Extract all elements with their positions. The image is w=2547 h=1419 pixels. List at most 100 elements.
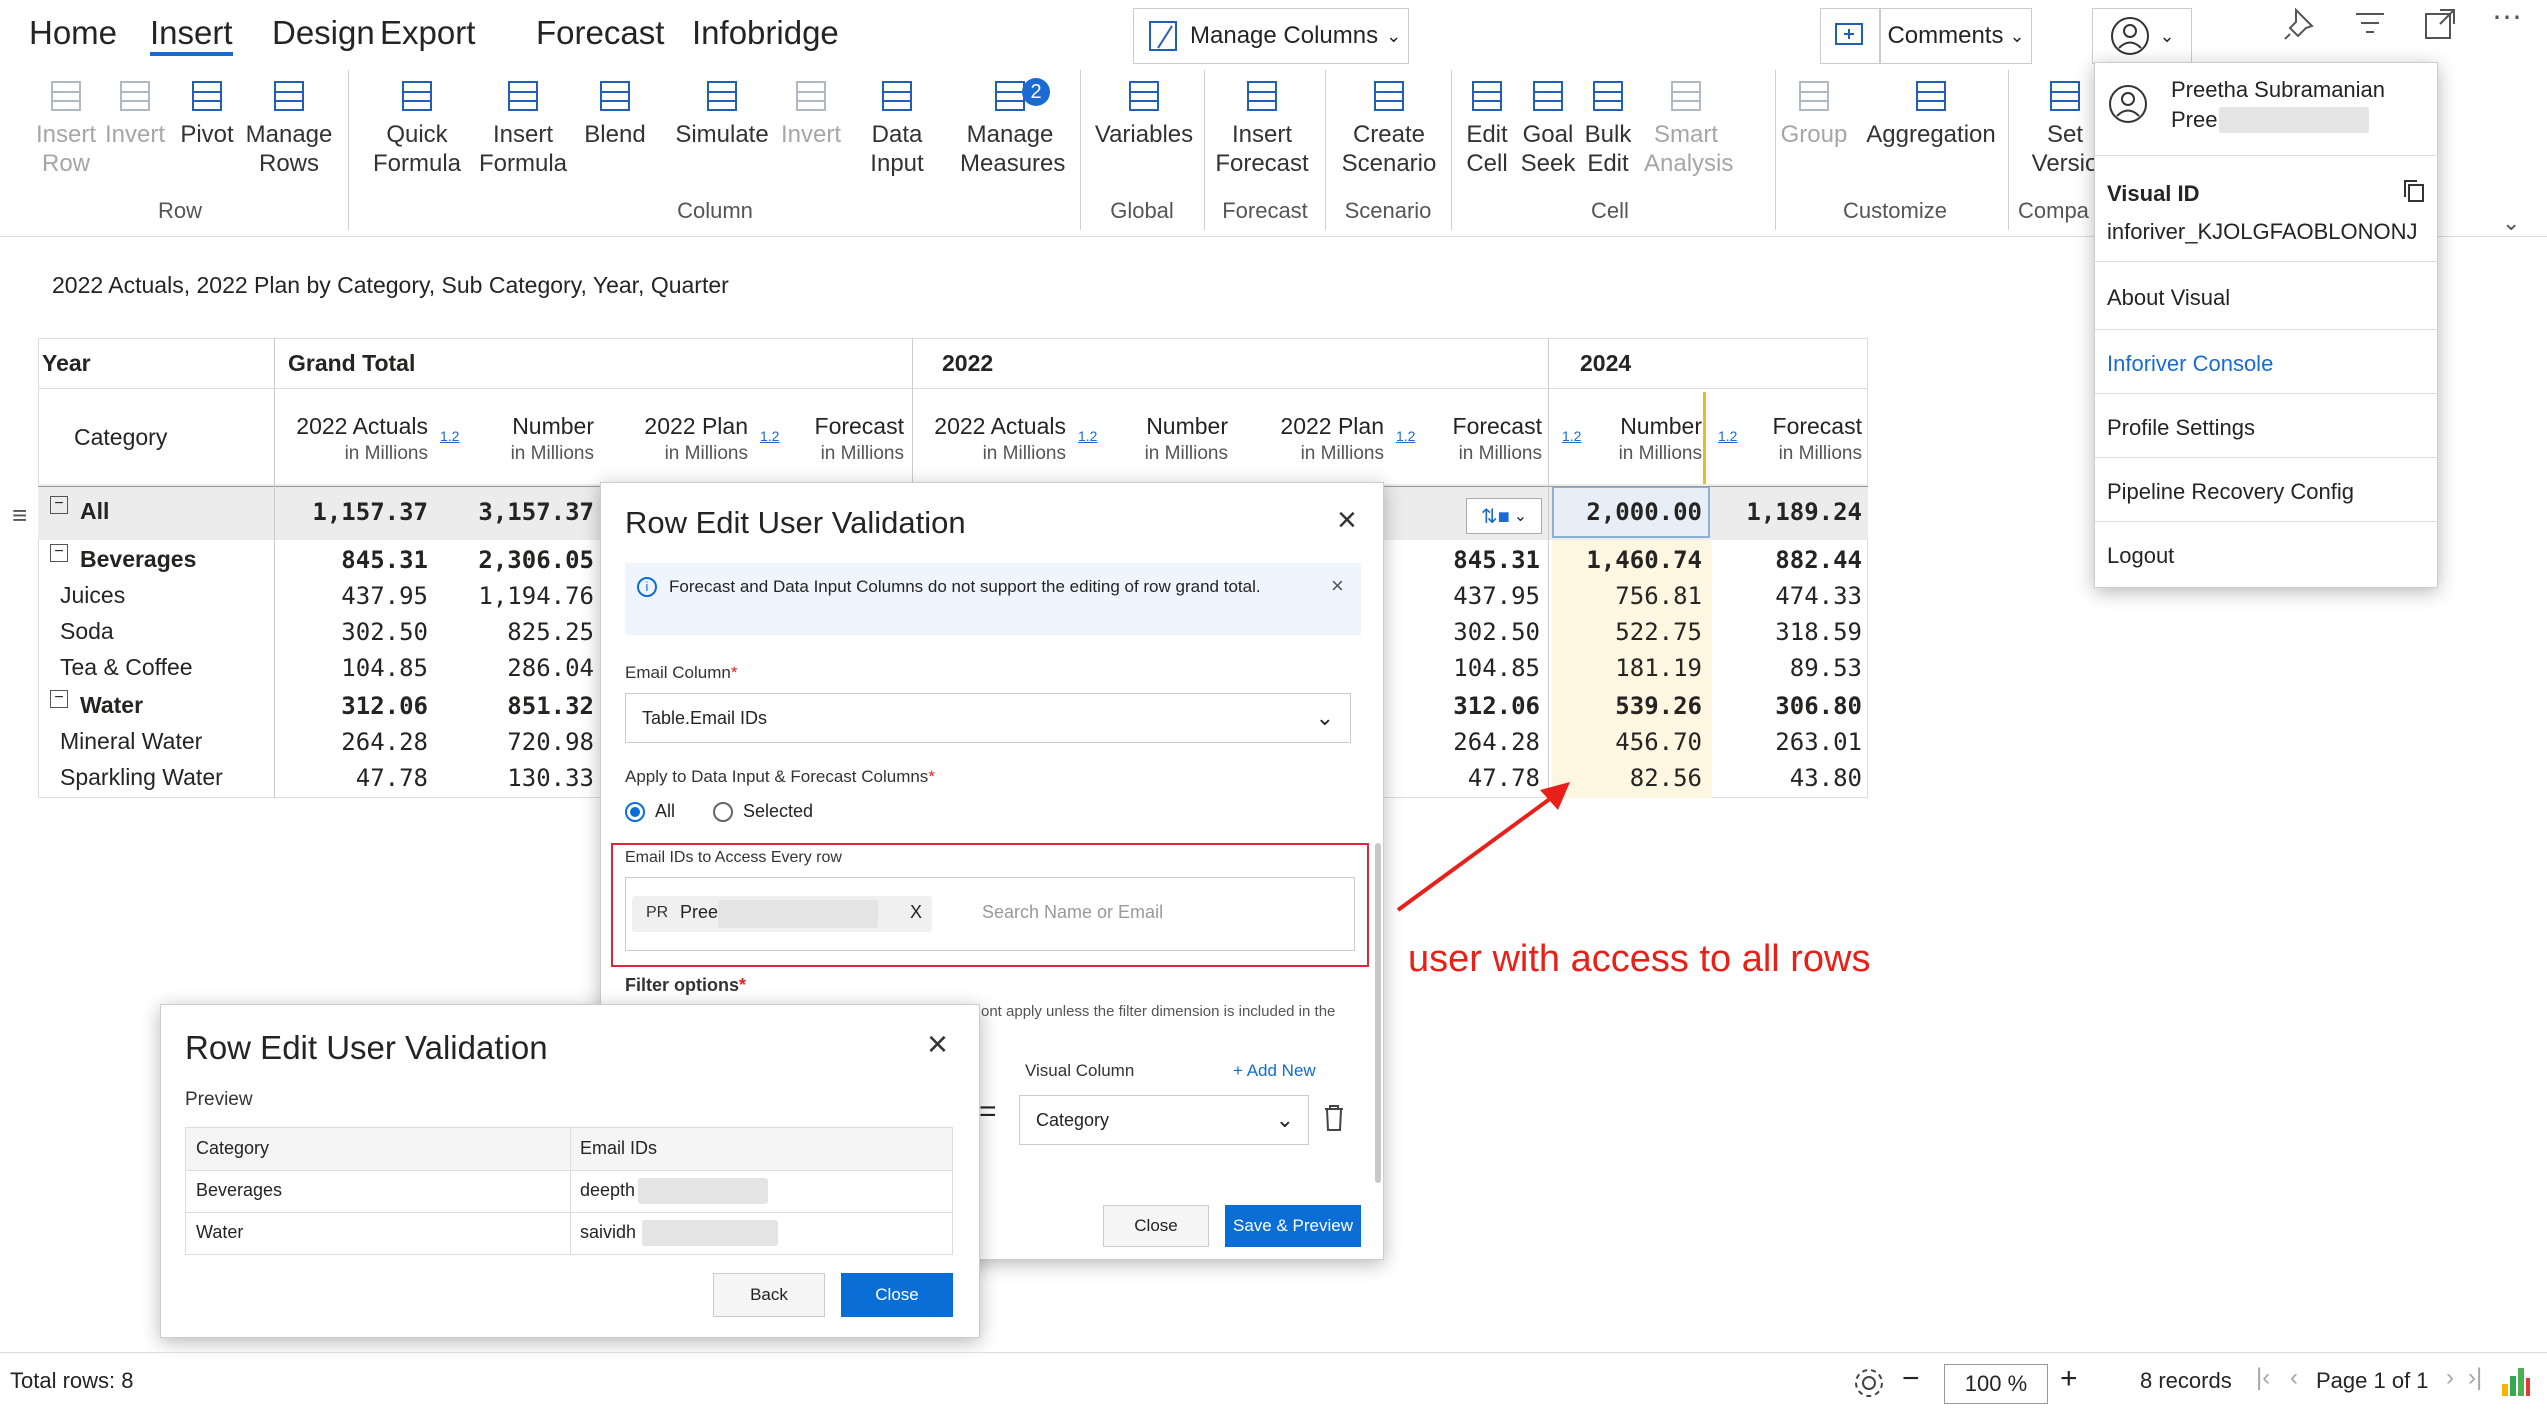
zoom-input[interactable]: 100 % bbox=[1944, 1364, 2048, 1404]
close-icon[interactable]: × bbox=[1337, 501, 1357, 540]
table-cell[interactable]: 756.81 bbox=[1615, 582, 1702, 610]
sep bbox=[1080, 70, 1081, 230]
ribbon-button-manage-rows[interactable]: Manage Rows bbox=[244, 76, 334, 178]
menu-logout[interactable]: Logout bbox=[2107, 543, 2174, 569]
email-column-select[interactable]: Table.Email IDs ⌄ bbox=[625, 693, 1351, 743]
ribbon-button-invert[interactable]: Invert bbox=[776, 76, 846, 149]
zoom-out-icon[interactable]: − bbox=[1902, 1362, 1920, 1396]
zoom-in-icon[interactable]: + bbox=[2060, 1362, 2078, 1396]
last-page-icon[interactable]: ›| bbox=[2468, 1364, 2482, 1392]
ribbon-button-create-scenario[interactable]: Create Scenario bbox=[1334, 76, 1444, 178]
ribbon-label: Invert bbox=[780, 121, 842, 148]
menu-pipeline-recovery[interactable]: Pipeline Recovery Config bbox=[2107, 479, 2354, 505]
ribbon-button-group[interactable]: Group bbox=[1776, 76, 1852, 149]
collapse-icon[interactable]: − bbox=[50, 544, 68, 562]
table-cell: 47.78 bbox=[355, 764, 428, 792]
add-new-link[interactable]: + Add New bbox=[1233, 1061, 1316, 1081]
ribbon-collapse-icon[interactable]: ⌄ bbox=[2502, 210, 2520, 236]
table-cell[interactable]: 181.19 bbox=[1615, 654, 1702, 682]
number-format-tag[interactable]: 1.2 bbox=[1562, 428, 1581, 444]
collapse-icon[interactable]: − bbox=[50, 496, 68, 514]
comments-button[interactable]: Comments ⌄ bbox=[1880, 8, 2032, 64]
ribbon-icon bbox=[600, 81, 630, 111]
input-cell-control[interactable]: ⇅■ ⌄ bbox=[1466, 498, 1542, 534]
ribbon-button-smart-analysis[interactable]: Smart Analysis bbox=[1644, 76, 1734, 178]
menu-tab-export[interactable]: Export bbox=[380, 14, 475, 52]
menu-tab-design[interactable]: Design bbox=[272, 14, 375, 52]
group-label-global: Global bbox=[1110, 198, 1174, 223]
column-title: Forecast bbox=[1452, 413, 1542, 439]
back-button[interactable]: Back bbox=[713, 1273, 825, 1317]
ribbon-button-invert[interactable]: Invert bbox=[100, 76, 170, 149]
close-icon[interactable]: × bbox=[927, 1023, 948, 1065]
table-cell[interactable]: 539.26 bbox=[1615, 692, 1702, 720]
close-button[interactable]: Close bbox=[1103, 1205, 1209, 1247]
menu-tab-infobridge[interactable]: Infobridge bbox=[692, 14, 839, 52]
prev-page-icon[interactable]: ‹ bbox=[2290, 1364, 2298, 1392]
menu-tab-forecast[interactable]: Forecast bbox=[536, 14, 664, 52]
row-label: All bbox=[80, 498, 110, 524]
remove-chip-icon[interactable]: X bbox=[910, 902, 922, 923]
ribbon-icon bbox=[508, 81, 538, 111]
settings-gear-icon[interactable] bbox=[1852, 1366, 1886, 1400]
ribbon-label: Data bbox=[871, 121, 923, 148]
focus-mode-icon[interactable] bbox=[2422, 6, 2458, 42]
collapse-icon[interactable]: − bbox=[50, 690, 68, 708]
radio-selected[interactable]: Selected bbox=[713, 801, 813, 822]
first-page-icon[interactable]: |‹ bbox=[2256, 1364, 2270, 1392]
table-cell[interactable]: 82.56 bbox=[1630, 764, 1702, 792]
email-access-input[interactable]: PR Pree X Search Name or Email bbox=[625, 877, 1355, 951]
radio-all[interactable]: All bbox=[625, 801, 675, 822]
sep bbox=[1325, 70, 1326, 230]
ribbon-label: Simulate bbox=[675, 121, 769, 148]
delete-icon[interactable] bbox=[1321, 1103, 1347, 1133]
ribbon-button-insert-formula[interactable]: Insert Formula bbox=[470, 76, 576, 178]
menu-tab-insert[interactable]: Insert bbox=[150, 14, 233, 56]
ribbon-button-set-versio[interactable]: Set Versio bbox=[2030, 76, 2100, 178]
table-cell: 437.95 bbox=[341, 582, 428, 610]
copy-icon[interactable] bbox=[2401, 177, 2427, 205]
ribbon-button-insert-forecast[interactable]: Insert Forecast bbox=[1212, 76, 1312, 178]
next-page-icon[interactable]: › bbox=[2446, 1364, 2454, 1392]
menu-profile-settings[interactable]: Profile Settings bbox=[2107, 415, 2255, 441]
menu-about-visual[interactable]: About Visual bbox=[2107, 285, 2230, 311]
table-cell[interactable]: 522.75 bbox=[1615, 618, 1702, 646]
column-unit: in Millions bbox=[1778, 443, 1862, 464]
ribbon-button-insert-row[interactable]: Insert Row bbox=[22, 76, 110, 178]
menu-tab-home[interactable]: Home bbox=[29, 14, 117, 52]
table-cell[interactable]: 2,000.00 bbox=[1586, 498, 1702, 526]
close-button[interactable]: Close bbox=[841, 1273, 953, 1317]
ribbon-label-2: Seek bbox=[1520, 150, 1576, 177]
ribbon-button-data-input[interactable]: Data Input bbox=[858, 76, 936, 178]
ribbon-button-bulk-edit[interactable]: Bulk Edit bbox=[1578, 76, 1638, 178]
more-options-icon[interactable]: ⋯ bbox=[2492, 0, 2522, 35]
ribbon-icon bbox=[1472, 81, 1502, 111]
ribbon-label: Pivot bbox=[180, 121, 234, 148]
ribbon-button-variables[interactable]: Variables bbox=[1092, 76, 1196, 149]
ribbon-button-quick-formula[interactable]: Quick Formula bbox=[358, 76, 476, 178]
manage-columns-button[interactable]: Manage Columns ⌄ bbox=[1133, 8, 1409, 64]
ribbon-button-goal-seek[interactable]: Goal Seek bbox=[1520, 76, 1576, 178]
visual-column-select[interactable]: Category ⌄ bbox=[1019, 1095, 1309, 1145]
table-cell[interactable]: 456.70 bbox=[1615, 728, 1702, 756]
ribbon-button-blend[interactable]: Blend bbox=[578, 76, 652, 149]
ribbon-button-pivot[interactable]: Pivot bbox=[172, 76, 242, 149]
ribbon-label-2: Analysis bbox=[1644, 150, 1734, 177]
filter-icon[interactable] bbox=[2352, 6, 2388, 42]
row-menu-icon[interactable]: ≡ bbox=[12, 500, 27, 531]
number-format-tag[interactable]: 1.2 bbox=[1718, 428, 1737, 444]
user-account-button[interactable]: ⌄ bbox=[2092, 8, 2192, 64]
dialog-scrollbar[interactable] bbox=[1375, 843, 1381, 1183]
ribbon-button-edit-cell[interactable]: Edit Cell bbox=[1460, 76, 1514, 178]
info-text: Forecast and Data Input Columns do not s… bbox=[669, 577, 1261, 596]
pin-icon[interactable] bbox=[2282, 6, 2318, 42]
menu-inforiver-console[interactable]: Inforiver Console bbox=[2107, 351, 2273, 377]
chevron-down-icon: ⌄ bbox=[1315, 705, 1334, 730]
ribbon-button-simulate[interactable]: Simulate bbox=[670, 76, 774, 149]
table-cell[interactable]: 1,460.74 bbox=[1586, 546, 1702, 574]
column-title: 2022 Actuals bbox=[296, 413, 428, 439]
add-comment-icon[interactable] bbox=[1820, 8, 1880, 64]
ribbon-button-aggregation[interactable]: Aggregation bbox=[1862, 76, 2000, 149]
dismiss-info-icon[interactable]: × bbox=[1331, 573, 1344, 599]
save-preview-button[interactable]: Save & Preview bbox=[1225, 1205, 1361, 1247]
